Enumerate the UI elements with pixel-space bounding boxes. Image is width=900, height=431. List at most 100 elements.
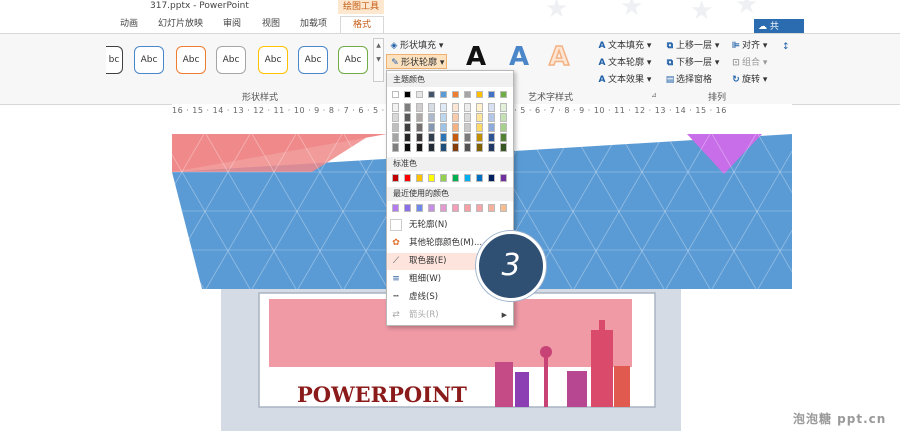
tab-animations[interactable]: 动画	[120, 16, 138, 32]
theme-shade-swatch[interactable]	[440, 143, 447, 152]
theme-color-swatch[interactable]	[440, 91, 447, 98]
recent-color-swatch[interactable]	[452, 204, 459, 212]
theme-shade-swatch[interactable]	[476, 103, 483, 112]
theme-shade-swatch[interactable]	[488, 113, 495, 122]
recent-color-swatch[interactable]	[440, 204, 447, 212]
theme-shade-swatch[interactable]	[476, 143, 483, 152]
wordart-style-orange[interactable]: A	[548, 41, 570, 73]
theme-shade-swatch[interactable]	[392, 113, 399, 122]
theme-color-swatch[interactable]	[464, 91, 471, 98]
theme-shade-swatch[interactable]	[500, 123, 507, 132]
theme-shade-swatch[interactable]	[428, 103, 435, 112]
theme-shade-swatch[interactable]	[440, 103, 447, 112]
shape-style-option[interactable]: Abc	[298, 46, 328, 74]
theme-shade-swatch[interactable]	[416, 133, 423, 142]
align-button[interactable]: ⊫ 对齐 ▾	[730, 38, 768, 51]
theme-shade-swatch[interactable]	[416, 103, 423, 112]
standard-color-swatch[interactable]	[404, 174, 411, 182]
theme-color-swatch[interactable]	[488, 91, 495, 98]
theme-shade-swatch[interactable]	[452, 133, 459, 142]
theme-color-swatch[interactable]	[416, 91, 423, 98]
theme-shade-swatch[interactable]	[404, 133, 411, 142]
theme-shade-swatch[interactable]	[404, 143, 411, 152]
theme-shade-swatch[interactable]	[464, 143, 471, 152]
shape-style-option[interactable]: Abc	[216, 46, 246, 74]
theme-shade-swatch[interactable]	[476, 133, 483, 142]
standard-color-swatch[interactable]	[488, 174, 495, 182]
theme-shade-swatch[interactable]	[476, 123, 483, 132]
shape-fill-button[interactable]: ◈ 形状填充 ▾	[388, 38, 444, 51]
theme-shade-swatch[interactable]	[404, 123, 411, 132]
bring-forward-button[interactable]: ⧉ 上移一层 ▾	[664, 38, 720, 51]
shape-style-option[interactable]: Abc	[176, 46, 206, 74]
recent-color-swatch[interactable]	[464, 204, 471, 212]
theme-shade-swatch[interactable]	[464, 123, 471, 132]
tab-view[interactable]: 视图	[262, 16, 280, 32]
recent-color-swatch[interactable]	[392, 204, 399, 212]
theme-shade-swatch[interactable]	[500, 113, 507, 122]
selection-pane-button[interactable]: ▤ 选择窗格	[664, 72, 712, 85]
no-outline-item[interactable]: 无轮廓(N)	[387, 217, 513, 234]
standard-color-swatch[interactable]	[500, 174, 507, 182]
text-outline-button[interactable]: A 文本轮廓 ▾	[596, 55, 652, 68]
shape-style-option[interactable]: Abc	[258, 46, 288, 74]
shape-style-option[interactable]: Abc	[134, 46, 164, 74]
theme-color-swatch[interactable]	[392, 91, 399, 98]
text-fill-button[interactable]: A 文本填充 ▾	[596, 38, 652, 51]
theme-shade-swatch[interactable]	[428, 123, 435, 132]
standard-color-swatch[interactable]	[428, 174, 435, 182]
standard-color-swatch[interactable]	[464, 174, 471, 182]
recent-color-swatch[interactable]	[428, 204, 435, 212]
theme-color-swatch[interactable]	[476, 91, 483, 98]
theme-shade-swatch[interactable]	[392, 133, 399, 142]
theme-shade-swatch[interactable]	[452, 123, 459, 132]
theme-shade-swatch[interactable]	[488, 103, 495, 112]
theme-shade-swatch[interactable]	[416, 123, 423, 132]
theme-shade-swatch[interactable]	[440, 123, 447, 132]
standard-color-swatch[interactable]	[452, 174, 459, 182]
theme-shade-swatch[interactable]	[500, 143, 507, 152]
theme-shade-swatch[interactable]	[404, 113, 411, 122]
rotate-button[interactable]: ↻ 旋转 ▾	[730, 72, 767, 85]
theme-shade-swatch[interactable]	[428, 143, 435, 152]
tab-addins[interactable]: 加载项	[300, 16, 327, 32]
theme-shade-swatch[interactable]	[500, 103, 507, 112]
theme-shade-swatch[interactable]	[404, 103, 411, 112]
theme-shade-swatch[interactable]	[392, 103, 399, 112]
theme-shade-swatch[interactable]	[500, 133, 507, 142]
theme-shade-swatch[interactable]	[488, 143, 495, 152]
theme-shade-swatch[interactable]	[488, 123, 495, 132]
dialog-launcher-icon[interactable]: ⊿	[651, 91, 657, 99]
group-button[interactable]: ⊡ 组合 ▾	[730, 55, 767, 68]
tab-review[interactable]: 审阅	[223, 16, 241, 32]
theme-shade-swatch[interactable]	[452, 103, 459, 112]
theme-shade-swatch[interactable]	[464, 113, 471, 122]
recent-color-swatch[interactable]	[404, 204, 411, 212]
recent-color-swatch[interactable]	[500, 204, 507, 212]
theme-color-swatch[interactable]	[500, 91, 507, 98]
gallery-scroll[interactable]: ▲ ▼	[373, 38, 384, 82]
theme-shade-swatch[interactable]	[476, 113, 483, 122]
shape-style-option[interactable]: bc	[106, 46, 123, 74]
theme-shade-swatch[interactable]	[488, 133, 495, 142]
wordart-style-black[interactable]: A	[466, 42, 486, 72]
theme-shade-swatch[interactable]	[428, 113, 435, 122]
tab-slideshow[interactable]: 幻灯片放映	[158, 16, 203, 32]
wordart-style-blue[interactable]: A	[509, 42, 529, 72]
text-effect-button[interactable]: A 文本效果 ▾	[596, 72, 652, 85]
theme-color-swatch[interactable]	[452, 91, 459, 98]
theme-shade-swatch[interactable]	[392, 123, 399, 132]
send-backward-button[interactable]: ⧉ 下移一层 ▾	[664, 55, 720, 68]
tab-format[interactable]: 格式	[340, 16, 384, 33]
shape-style-option[interactable]: Abc	[338, 46, 368, 74]
shape-outline-button[interactable]: ✎ 形状轮廓 ▾	[386, 54, 448, 69]
standard-color-swatch[interactable]	[440, 174, 447, 182]
theme-shade-swatch[interactable]	[440, 133, 447, 142]
theme-shade-swatch[interactable]	[464, 133, 471, 142]
theme-color-swatch[interactable]	[428, 91, 435, 98]
recent-color-swatch[interactable]	[476, 204, 483, 212]
theme-shade-swatch[interactable]	[452, 113, 459, 122]
standard-color-swatch[interactable]	[476, 174, 483, 182]
theme-color-swatch[interactable]	[404, 91, 411, 98]
theme-shade-swatch[interactable]	[416, 113, 423, 122]
